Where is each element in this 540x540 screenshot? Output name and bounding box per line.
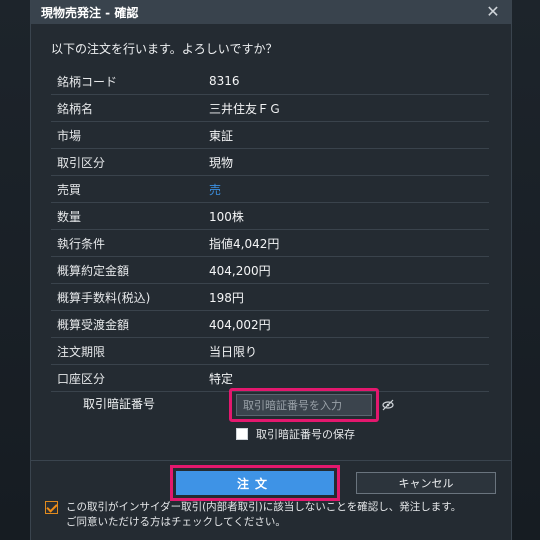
pin-input[interactable] [236, 394, 372, 416]
table-row: 概算約定金額 404,200円 [51, 257, 489, 284]
row-label: 口座区分 [57, 371, 106, 386]
pin-highlight [229, 388, 379, 422]
row-label: 売買 [57, 182, 82, 197]
row-value: 404,002円 [209, 317, 271, 332]
table-row: 数量 100株 [51, 203, 489, 230]
confirm-line1: この取引がインサイダー取引(内部者取引)に該当しないことを確認し、発注します。 [66, 501, 462, 513]
order-highlight: 注文 [170, 465, 340, 501]
row-value: 三井住友ＦＧ [209, 101, 282, 116]
row-label: 概算手数料(税込) [57, 290, 151, 305]
row-value: 特定 [209, 371, 234, 386]
table-row: 銘柄コード 8316 [51, 68, 489, 95]
table-row: 注文期限 当日限り [51, 338, 489, 365]
order-confirm-dialog: 現物売発注 - 確認 ✕ 以下の注文を行います。よろしいですか？ 銘柄コード 83… [30, 0, 512, 540]
dialog-titlebar: 現物売発注 - 確認 ✕ [31, 0, 511, 24]
row-value: 東証 [209, 128, 234, 143]
table-row: 概算受渡金額 404,002円 [51, 311, 489, 338]
row-label: 数量 [57, 209, 82, 224]
eye-off-icon[interactable] [381, 398, 395, 412]
divider [31, 460, 511, 461]
order-details-table: 銘柄コード 8316 銘柄名 三井住友ＦＧ 市場 東証 取引区分 現物 売買 売 数量 10… [51, 68, 489, 392]
save-pin-checkbox[interactable] [236, 428, 248, 440]
row-value: 当日限り [209, 344, 258, 359]
confirm-line2: ご同意いただける方はチェックしてください。 [66, 516, 286, 528]
dialog-title: 現物売発注 - 確認 [41, 5, 139, 20]
table-row: 執行条件 指値4,042円 [51, 230, 489, 257]
cancel-button[interactable]: キャンセル [356, 472, 496, 494]
row-value: 100株 [209, 209, 244, 224]
row-label: 注文期限 [57, 344, 106, 359]
confirm-question: 以下の注文を行います。よろしいですか？ [51, 42, 278, 56]
row-label: 概算受渡金額 [57, 317, 130, 332]
order-button[interactable]: 注文 [176, 471, 334, 495]
table-row: 売買 売 [51, 176, 489, 203]
row-value: 198円 [209, 290, 244, 305]
table-row: 銘柄名 三井住友ＦＧ [51, 95, 489, 122]
insider-confirm-text: この取引がインサイダー取引(内部者取引)に該当しないことを確認し、発注します。 … [66, 500, 461, 530]
save-pin-label: 取引暗証番号の保存 [256, 428, 355, 441]
table-row: 市場 東証 [51, 122, 489, 149]
row-label: 銘柄名 [57, 101, 94, 116]
row-label: 概算約定金額 [57, 263, 130, 278]
row-label: 市場 [57, 128, 82, 143]
save-pin-row: 取引暗証番号の保存 [236, 426, 355, 442]
row-value: 指値4,042円 [209, 236, 280, 251]
table-row: 取引区分 現物 [51, 149, 489, 176]
row-label: 取引区分 [57, 155, 106, 170]
row-value: 現物 [209, 155, 234, 170]
pin-label: 取引暗証番号 [83, 397, 156, 411]
insider-confirm-row: この取引がインサイダー取引(内部者取引)に該当しないことを確認し、発注します。 … [45, 500, 461, 530]
row-label: 銘柄コード [57, 74, 118, 89]
row-label: 執行条件 [57, 236, 106, 251]
table-row: 概算手数料(税込) 198円 [51, 284, 489, 311]
insider-confirm-checkbox[interactable] [45, 501, 58, 514]
close-icon[interactable]: ✕ [485, 2, 501, 22]
row-value: 404,200円 [209, 263, 271, 278]
row-value: 8316 [209, 74, 240, 88]
sell-value: 売 [209, 182, 222, 197]
